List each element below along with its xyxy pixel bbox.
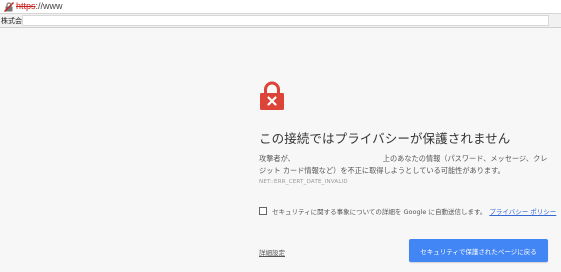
url-host: ://www (35, 1, 63, 11)
address-bar[interactable]: https://www (0, 0, 561, 14)
bookmarks-bar: 株式会社 (0, 14, 561, 28)
broken-lock-icon[interactable] (4, 2, 14, 12)
page-title: この接続ではプライバシーが保護されません (259, 131, 511, 146)
privacy-policy-link[interactable]: プライバシー ポリシー (489, 206, 556, 216)
reporting-checkbox[interactable] (259, 207, 267, 215)
warning-message: 攻撃者が、 上のあなたの情報（パスワード、メッセージ、クレジット カード情報など）… (259, 153, 551, 177)
back-to-safety-button[interactable]: セキュリティで保護されたページに戻る (409, 239, 548, 262)
red-lock-x-icon (260, 81, 284, 110)
error-code: NET::ERR_CERT_DATE_INVALID (259, 179, 348, 185)
url-scheme: https (16, 1, 36, 11)
details-link[interactable]: 詳細設定 (259, 247, 285, 257)
message-suffix: 上のあなたの情報（パスワード、メッセージ、クレジット カード情報など）を不正に取… (259, 154, 548, 175)
toolbar-field[interactable] (22, 15, 549, 26)
optin-label: セキュリティに関する事象についての詳細を Google に自動送信します。 (272, 208, 487, 216)
url-text[interactable]: https://www (16, 1, 63, 12)
extended-reporting-optin: セキュリティに関する事象についての詳細を Google に自動送信します。 プラ… (259, 206, 556, 216)
message-prefix: 攻撃者が、 (259, 154, 295, 163)
